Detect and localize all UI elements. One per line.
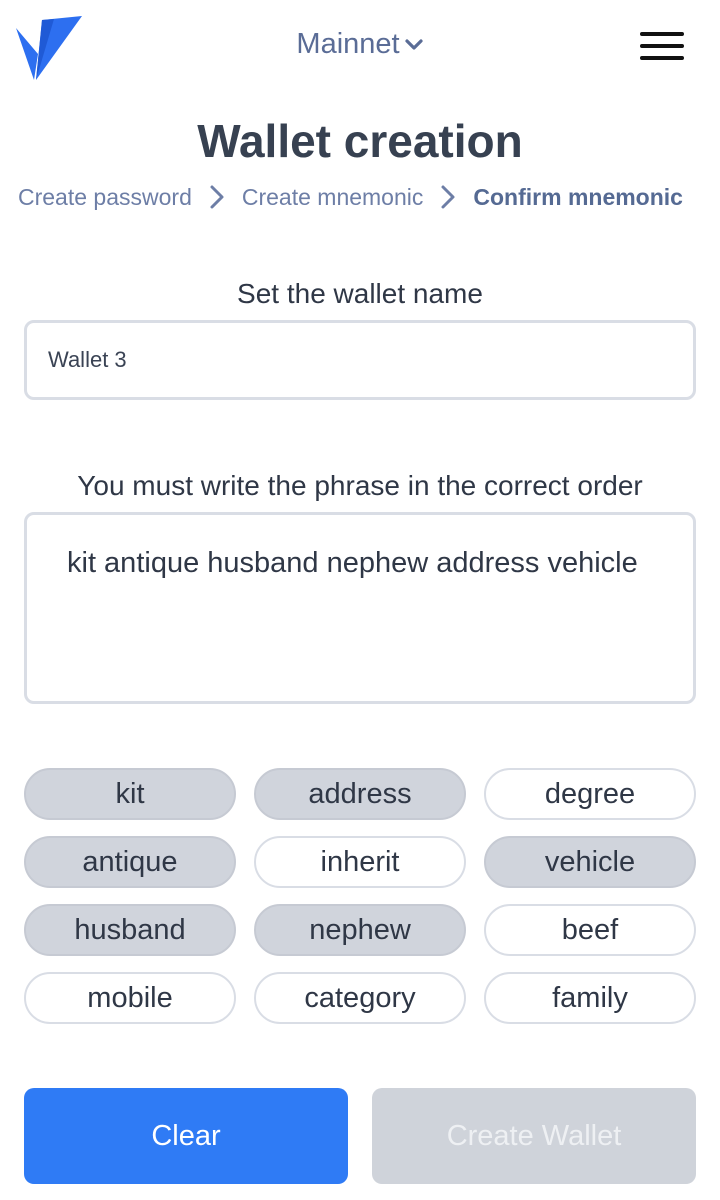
word-chip-nephew[interactable]: nephew xyxy=(254,904,466,956)
clear-button[interactable]: Clear xyxy=(24,1088,348,1184)
breadcrumb-step-confirm-mnemonic: Confirm mnemonic xyxy=(473,183,683,210)
network-label: Mainnet xyxy=(296,28,400,60)
create-wallet-button[interactable]: Create Wallet xyxy=(372,1088,696,1184)
network-selector[interactable]: Mainnet xyxy=(0,28,720,61)
wallet-name-label: Set the wallet name xyxy=(237,278,483,309)
word-chip-address[interactable]: address xyxy=(254,768,466,820)
mnemonic-phrase-text: kit antique husband nephew address vehic… xyxy=(67,547,638,579)
hamburger-menu-icon[interactable] xyxy=(640,32,684,64)
chevron-right-icon xyxy=(210,185,224,209)
word-chip-beef[interactable]: beef xyxy=(484,904,696,956)
chevron-down-icon xyxy=(404,39,423,50)
word-chip-husband[interactable]: husband xyxy=(24,904,236,956)
word-chip-degree[interactable]: degree xyxy=(484,768,696,820)
breadcrumb: Create password Create mnemonic Confirm … xyxy=(18,180,683,214)
wallet-name-input[interactable] xyxy=(24,320,696,400)
phrase-instruction-label: You must write the phrase in the correct… xyxy=(77,470,643,501)
page-title: Wallet creation xyxy=(197,115,523,167)
word-chip-vehicle[interactable]: vehicle xyxy=(484,836,696,888)
word-chip-antique[interactable]: antique xyxy=(24,836,236,888)
breadcrumb-step-create-mnemonic[interactable]: Create mnemonic xyxy=(242,184,424,211)
word-chip-family[interactable]: family xyxy=(484,972,696,1024)
word-chip-mobile[interactable]: mobile xyxy=(24,972,236,1024)
chevron-right-icon xyxy=(441,185,455,209)
wallet-creation-page: Mainnet Wallet creation Create password … xyxy=(0,0,720,1200)
word-chip-grid: kit address degree antique inherit vehicle hus… xyxy=(24,768,696,1024)
mnemonic-phrase-box[interactable]: kit antique husband nephew address vehic… xyxy=(24,512,696,704)
word-chip-inherit[interactable]: inherit xyxy=(254,836,466,888)
breadcrumb-step-create-password[interactable]: Create password xyxy=(18,184,192,211)
word-chip-category[interactable]: category xyxy=(254,972,466,1024)
word-chip-kit[interactable]: kit xyxy=(24,768,236,820)
